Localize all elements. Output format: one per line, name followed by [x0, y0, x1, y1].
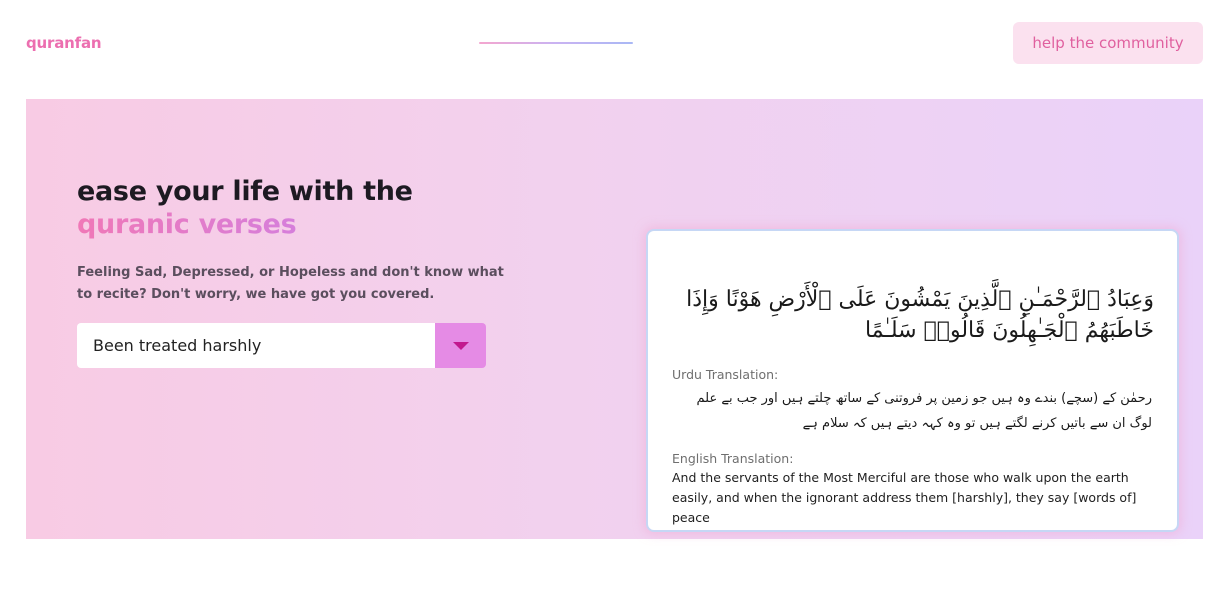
nav-gradient-divider [479, 42, 633, 44]
hero-headline: ease your life with the quranic verses [77, 175, 413, 241]
hero-subtitle: Feeling Sad, Depressed, or Hopeless and … [77, 265, 504, 302]
urdu-translation-label: Urdu Translation: [672, 367, 779, 382]
urdu-translation-text: رحمٰن کے (سچے) بندے وہ ہیں جو زمین پر فر… [696, 391, 1152, 431]
feeling-select-value[interactable]: Been treated harshly [77, 323, 435, 368]
english-translation-label: English Translation: [672, 451, 794, 466]
help-the-community-button[interactable]: help the community [1013, 22, 1203, 64]
english-translation-text: And the servants of the Most Merciful ar… [672, 470, 1137, 525]
headline-line-1: ease your life with the [77, 176, 413, 207]
page: quranfan help the community ease your li… [0, 0, 1228, 607]
feeling-select[interactable]: Been treated harshly [77, 323, 486, 368]
arabic-verse: وَعِبَادُ ٱلرَّحْمَـٰنِ ٱلَّذِينَ يَمْشُ… [686, 287, 1154, 343]
logo[interactable]: quranfan [26, 34, 102, 52]
headline-accent: quranic verses [77, 208, 413, 241]
dropdown-toggle-button[interactable] [435, 323, 486, 368]
caret-down-icon [452, 341, 469, 350]
